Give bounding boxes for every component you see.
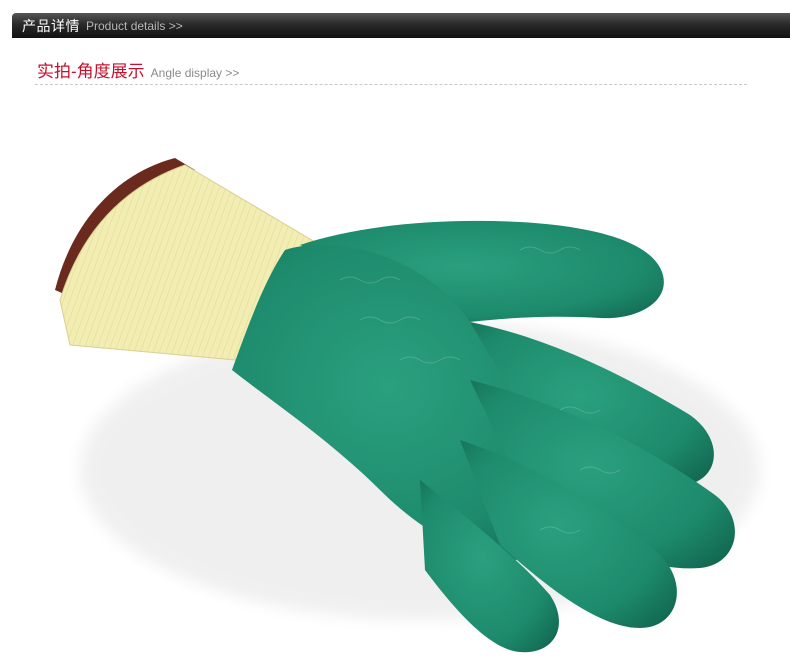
- product-details-bar: 产品详情 Product details >>: [12, 13, 790, 38]
- product-details-subtitle: Product details >>: [86, 18, 183, 33]
- angle-display-heading: 实拍-角度展示 Angle display >>: [37, 57, 239, 82]
- angle-display-subtitle: Angle display >>: [150, 66, 240, 80]
- product-details-title: 产品详情: [22, 17, 80, 34]
- section-divider: [35, 84, 747, 85]
- angle-display-title: 实拍-角度展示: [37, 62, 145, 81]
- glove-photo: [55, 158, 760, 653]
